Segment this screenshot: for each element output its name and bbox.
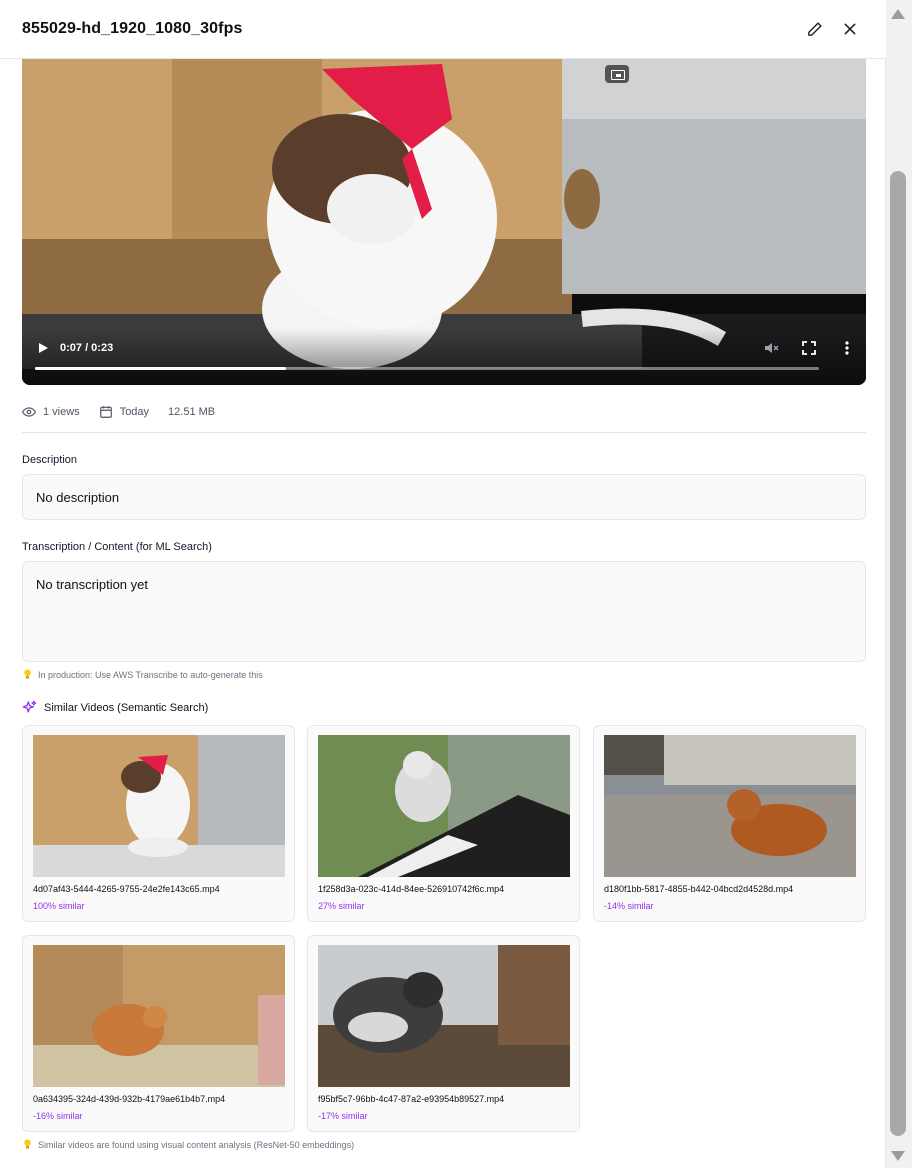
lightbulb-icon [24,1139,31,1149]
scrollbar-thumb[interactable] [890,171,906,1136]
player-controls [22,329,866,385]
size-stat: 12.51 MB [168,406,215,418]
transcription-label: Transcription / Content (for ML Search) [22,541,212,553]
views-count: 1 views [43,406,80,418]
close-button[interactable] [838,17,862,41]
pencil-icon [807,21,822,36]
upload-date: Today [119,406,150,418]
time-readout: 0:07 / 0:23 [60,342,114,354]
similar-video-filename: 1f258d3a-023c-414d-84ee-526910742f6c.mp4 [318,884,505,894]
similar-video-card[interactable]: f95bf5c7-96bb-4c47-87a2-e93954b89527.mp4… [307,935,580,1132]
video-thumbnail [318,945,570,1087]
close-icon [844,23,856,35]
views-stat: 1 views [22,405,80,419]
scrollbar[interactable] [886,0,912,1168]
eye-icon [22,407,36,417]
video-thumbnail [318,735,570,877]
transcription-hint-text: In production: Use AWS Transcribe to aut… [38,669,263,680]
file-size: 12.51 MB [168,406,216,418]
play-icon[interactable] [36,341,50,355]
similar-video-card[interactable]: d180f1bb-5817-4855-b442-04bcd2d4528d.mp4… [593,725,866,922]
video-thumbnail [33,945,285,1087]
similar-videos-title: Similar Videos (Semantic Search) [44,701,209,714]
video-detail-modal: 855029-hd_1920_1080_30fps 0:07 / 0:23 1 … [0,0,886,1168]
lightbulb-icon [24,669,31,679]
scroll-up-arrow-icon[interactable] [891,9,905,19]
similarity-score: -17% similar [318,1111,368,1121]
scroll-down-arrow-icon[interactable] [891,1151,905,1161]
edit-button[interactable] [802,17,826,41]
similarity-score: 27% similar [318,901,365,911]
calendar-icon [99,406,112,418]
transcription-hint: In production: Use AWS Transcribe to aut… [23,669,263,680]
date-stat: Today [99,405,149,419]
description-label: Description [22,454,78,466]
progress-track[interactable] [35,367,819,370]
description-field[interactable]: No description [22,474,866,520]
video-thumbnail [33,735,285,877]
more-vertical-icon[interactable] [840,340,854,356]
similar-video-filename: f95bf5c7-96bb-4c47-87a2-e93954b89527.mp4 [318,1094,505,1104]
similar-videos-hint: Similar videos are found using visual co… [23,1139,354,1150]
fullscreen-icon[interactable] [801,340,817,356]
video-thumbnail [604,735,856,877]
sparkles-icon [22,700,37,713]
similar-videos-hint-text: Similar videos are found using visual co… [38,1139,355,1150]
divider [22,432,866,433]
similar-video-filename: 0a634395-324d-439d-932b-4179ae61b4b7.mp4 [33,1094,226,1104]
similar-video-card[interactable]: 4d07af43-5444-4265-9755-24e2fe143c65.mp4… [22,725,295,922]
similar-video-card[interactable]: 0a634395-324d-439d-932b-4179ae61b4b7.mp4… [22,935,295,1132]
similar-video-filename: 4d07af43-5444-4265-9755-24e2fe143c65.mp4 [33,884,220,894]
video-meta: 1 views Today 12.51 MB [22,402,234,422]
video-player[interactable]: 0:07 / 0:23 [22,59,866,385]
modal-header: 855029-hd_1920_1080_30fps [0,0,886,59]
similarity-score: -14% similar [604,901,654,911]
similar-video-filename: d180f1bb-5817-4855-b442-04bcd2d4528d.mp4 [604,884,794,894]
progress-fill [35,367,286,370]
similar-video-card[interactable]: 1f258d3a-023c-414d-84ee-526910742f6c.mp4… [307,725,580,922]
similarity-score: -16% similar [33,1111,83,1121]
picture-in-picture-icon[interactable] [605,65,629,83]
transcription-field[interactable]: No transcription yet [22,561,866,662]
video-title: 855029-hd_1920_1080_30fps [22,20,243,37]
similar-videos-heading: Similar Videos (Semantic Search) [22,700,208,715]
similarity-score: 100% similar [33,901,85,911]
volume-muted-icon[interactable] [763,340,779,356]
